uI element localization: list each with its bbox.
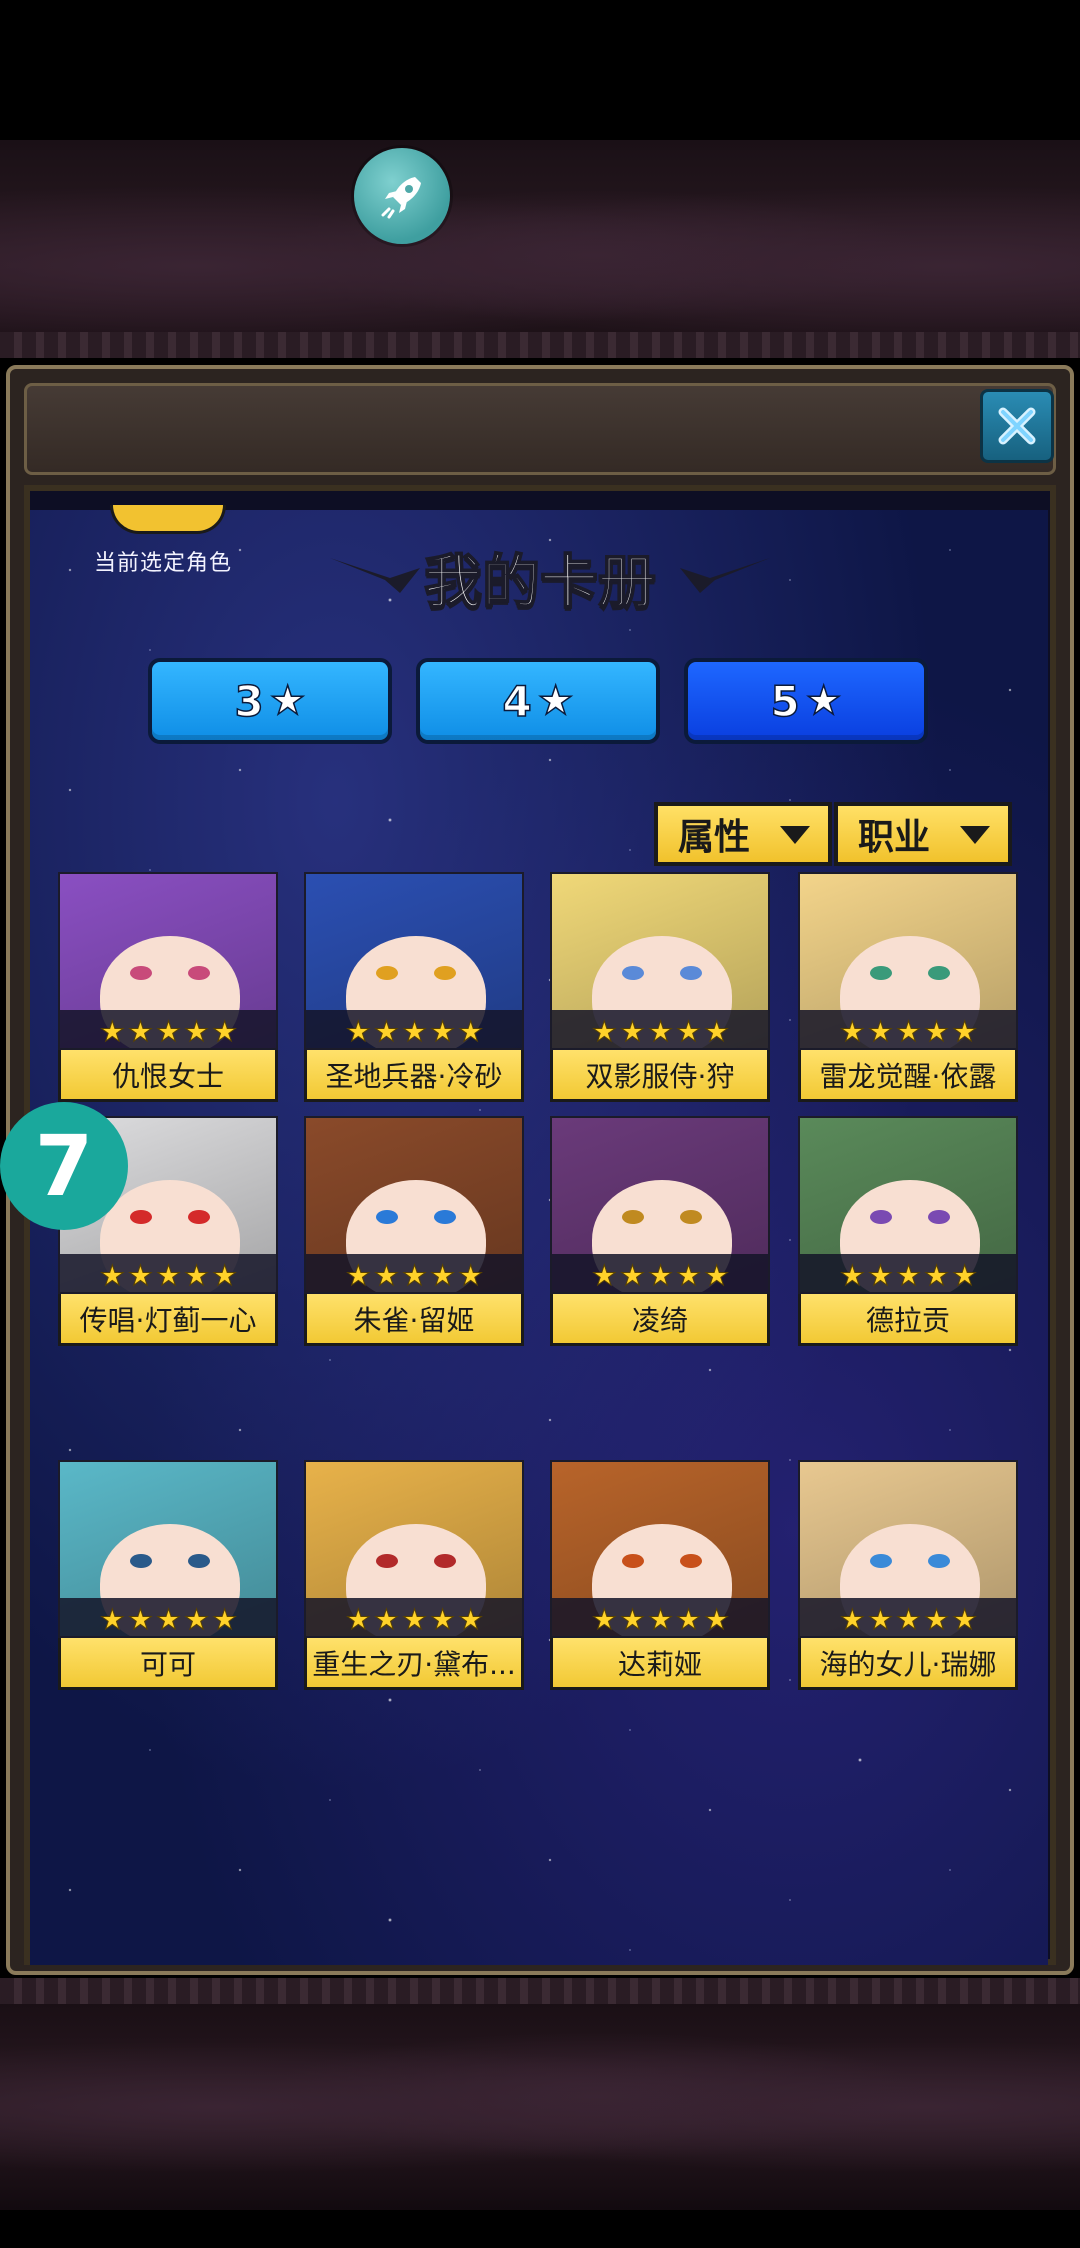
portrait-eye <box>130 966 152 980</box>
character-name: 传唱·灯蓟一心 <box>58 1294 278 1346</box>
character-name: 重生之刃·黛布... <box>304 1638 524 1690</box>
tab-4-star[interactable]: 4 ★ <box>416 658 660 744</box>
ornate-band-bottom <box>0 1978 1080 2004</box>
card-star-rating: ★★★★★ <box>306 1598 522 1636</box>
card-star-rating: ★★★★★ <box>306 1254 522 1292</box>
tab-label: 4 <box>502 676 533 727</box>
portrait-eye <box>680 966 702 980</box>
ornate-background-top <box>0 140 1080 350</box>
gamepad-badge[interactable]: 7 <box>0 1102 128 1230</box>
card-star-rating: ★★★★★ <box>800 1598 1016 1636</box>
portrait-eye <box>434 966 456 980</box>
card-star-rating: ★★★★★ <box>306 1010 522 1048</box>
card-star-rating: ★★★★★ <box>552 1598 768 1636</box>
character-name: 可可 <box>58 1638 278 1690</box>
portrait-eye <box>870 966 892 980</box>
character-card[interactable]: ★★★★★ 可可 <box>58 1460 278 1692</box>
character-card[interactable]: ★★★★★ 雷龙觉醒·依露 <box>798 872 1018 1104</box>
portrait-eye <box>680 1554 702 1568</box>
character-name: 雷龙觉醒·依露 <box>798 1050 1018 1102</box>
character-card[interactable]: ★★★★★ 朱雀·留姬 <box>304 1116 524 1348</box>
portrait-eye <box>376 1554 398 1568</box>
panel-title-bar <box>24 383 1056 475</box>
portrait-eye <box>928 1554 950 1568</box>
character-portrait: ★★★★★ <box>798 1116 1018 1294</box>
tab-3-star[interactable]: 3 ★ <box>148 658 392 744</box>
character-name: 德拉贡 <box>798 1294 1018 1346</box>
portrait-eye <box>622 966 644 980</box>
card-star-rating: ★★★★★ <box>800 1254 1016 1292</box>
portrait-eye <box>376 1210 398 1224</box>
card-star-rating: ★★★★★ <box>60 1254 276 1292</box>
portrait-eye <box>434 1210 456 1224</box>
portrait-eye <box>188 1554 210 1568</box>
portrait-eye <box>434 1554 456 1568</box>
character-card[interactable]: ★★★★★ 双影服侍·狩 <box>550 872 770 1104</box>
page-title: 我的卡册 <box>423 547 657 617</box>
portrait-eye <box>188 1210 210 1224</box>
tab-label: 3 <box>234 676 265 727</box>
star-icon: ★ <box>269 677 306 725</box>
character-card[interactable]: ★★★★★ 圣地兵器·冷砂 <box>304 872 524 1104</box>
portrait-eye <box>680 1210 702 1224</box>
star-icon: ★ <box>805 677 842 725</box>
character-card[interactable]: ★★★★★ 德拉贡 <box>798 1116 1018 1348</box>
character-portrait: ★★★★★ <box>304 1460 524 1638</box>
character-portrait: ★★★★★ <box>58 872 278 1050</box>
character-portrait: ★★★★★ <box>550 872 770 1050</box>
dropdown-arrow-icon <box>780 826 810 844</box>
card-star-rating: ★★★★★ <box>60 1010 276 1048</box>
filter-label: 属性 <box>678 817 751 858</box>
character-name: 仇恨女士 <box>58 1050 278 1102</box>
gamepad-badge-label: 7 <box>34 1117 94 1215</box>
character-name: 双影服侍·狩 <box>550 1050 770 1102</box>
portrait-eye <box>376 966 398 980</box>
class-filter-dropdown[interactable]: 职业 <box>834 802 1012 866</box>
close-icon <box>998 407 1036 445</box>
character-card[interactable]: ★★★★★ 达莉娅 <box>550 1460 770 1692</box>
star-icon: ★ <box>537 677 574 725</box>
portrait-eye <box>870 1554 892 1568</box>
attribute-filter-dropdown[interactable]: 属性 <box>654 802 832 866</box>
tab-5-star[interactable]: 5 ★ <box>684 658 928 744</box>
ornate-background-bottom <box>0 2004 1080 2210</box>
character-card[interactable]: ★★★★★ 凌绮 <box>550 1116 770 1348</box>
character-portrait: ★★★★★ <box>304 1116 524 1294</box>
rocket-button[interactable] <box>354 148 450 244</box>
character-name: 朱雀·留姬 <box>304 1294 524 1346</box>
screen: 当前选定角色 我的卡册 3 ★ 4 ★ 5 ★ 属性 职业 ★★★★★ 仇恨女士 ★… <box>0 0 1080 2248</box>
dropdown-arrow-icon <box>960 826 990 844</box>
role-badge <box>110 505 226 534</box>
portrait-eye <box>188 966 210 980</box>
portrait-eye <box>622 1210 644 1224</box>
character-portrait: ★★★★★ <box>304 872 524 1050</box>
character-portrait: ★★★★★ <box>798 1460 1018 1638</box>
character-portrait: ★★★★★ <box>798 872 1018 1050</box>
ornate-band-top <box>0 332 1080 358</box>
card-star-rating: ★★★★★ <box>552 1010 768 1048</box>
rocket-icon <box>381 177 421 219</box>
character-portrait: ★★★★★ <box>550 1460 770 1638</box>
character-portrait: ★★★★★ <box>550 1116 770 1294</box>
card-star-rating: ★★★★★ <box>552 1254 768 1292</box>
character-name: 凌绮 <box>550 1294 770 1346</box>
character-name: 圣地兵器·冷砂 <box>304 1050 524 1102</box>
close-button[interactable] <box>980 389 1054 463</box>
filter-label: 职业 <box>858 817 931 858</box>
card-star-rating: ★★★★★ <box>60 1598 276 1636</box>
character-card[interactable]: ★★★★★ 仇恨女士 <box>58 872 278 1104</box>
portrait-eye <box>622 1554 644 1568</box>
portrait-eye <box>130 1554 152 1568</box>
character-name: 达莉娅 <box>550 1638 770 1690</box>
portrait-eye <box>130 1210 152 1224</box>
tab-label: 5 <box>770 676 801 727</box>
portrait-eye <box>928 1210 950 1224</box>
character-card[interactable]: ★★★★★ 重生之刃·黛布... <box>304 1460 524 1692</box>
character-card[interactable]: ★★★★★ 海的女儿·瑞娜 <box>798 1460 1018 1692</box>
portrait-eye <box>870 1210 892 1224</box>
character-portrait: ★★★★★ <box>58 1460 278 1638</box>
character-name: 海的女儿·瑞娜 <box>798 1638 1018 1690</box>
portrait-eye <box>928 966 950 980</box>
card-star-rating: ★★★★★ <box>800 1010 1016 1048</box>
